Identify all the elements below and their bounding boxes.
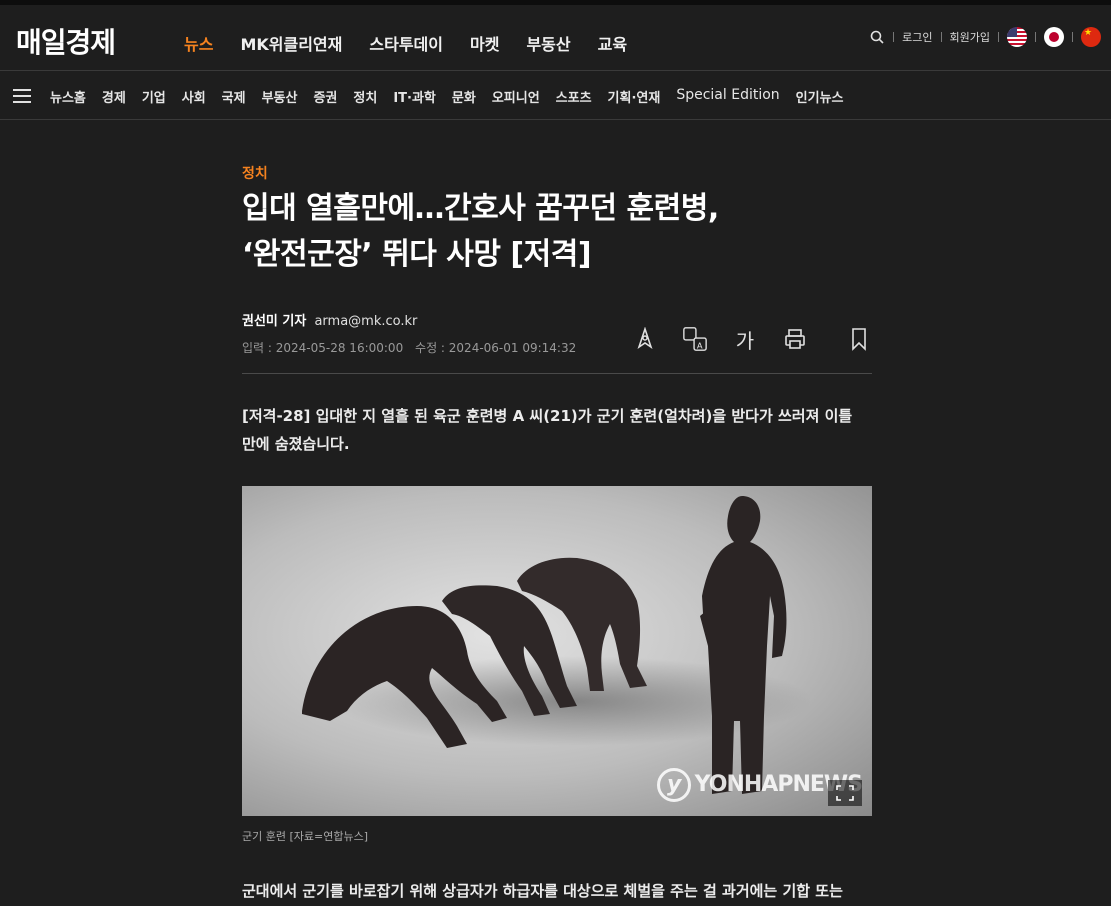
section-special-edition[interactable]: Special Edition <box>676 87 779 106</box>
article-dates: 입력 : 2024-05-28 16:00:00 수정 : 2024-06-01… <box>242 339 576 356</box>
nav-education[interactable]: 교육 <box>598 31 627 55</box>
nav-star-today[interactable]: 스타투데이 <box>369 31 443 55</box>
japan-flag-icon[interactable] <box>1044 27 1064 47</box>
reporter-email[interactable]: arma@mk.co.kr <box>314 314 417 329</box>
lead-line-1: [저격-28] 입대한 지 열흘 된 육군 훈련병 A 씨(21)가 군기 훈련… <box>242 407 853 425</box>
silhouette-illustration <box>302 496 812 794</box>
section-nav-items: 뉴스홈 경제 기업 사회 국제 부동산 증권 정치 IT·과학 문화 오피니언 … <box>50 87 844 106</box>
article-tools: A 가 <box>632 325 872 353</box>
article-category[interactable]: 정치 <box>242 163 268 183</box>
login-link[interactable]: 로그인 <box>902 29 932 45</box>
nav-mk-weekly[interactable]: MK위클리연재 <box>240 31 342 55</box>
section-politics[interactable]: 정치 <box>353 87 377 106</box>
headline-line-2: ‘완전군장’ 뛰다 사망 [저격] <box>242 237 592 272</box>
section-economy[interactable]: 경제 <box>102 87 126 106</box>
ai-summary-icon[interactable] <box>632 325 658 353</box>
nav-news[interactable]: 뉴스 <box>184 31 213 55</box>
section-business[interactable]: 기업 <box>142 87 166 106</box>
article-body-paragraph: 군대에서 군기를 바로잡기 위해 상급자가 하급자를 대상으로 체벌을 주는 걸… <box>242 882 843 900</box>
published-date: 입력 : 2024-05-28 16:00:00 <box>242 341 404 355</box>
us-flag-icon[interactable] <box>1007 27 1027 47</box>
divider <box>893 32 895 42</box>
divider <box>940 32 942 42</box>
section-world[interactable]: 국제 <box>222 87 246 106</box>
article-lead: [저격-28] 입대한 지 열흘 된 육군 훈련병 A 씨(21)가 군기 훈련… <box>242 402 872 458</box>
section-culture[interactable]: 문화 <box>452 87 476 106</box>
divider <box>1072 32 1073 42</box>
section-news-home[interactable]: 뉴스홈 <box>50 87 86 106</box>
translate-icon[interactable]: A <box>682 325 708 353</box>
expand-image-button[interactable] <box>828 780 862 806</box>
divider <box>998 32 999 42</box>
header-divider <box>242 373 872 374</box>
section-sports[interactable]: 스포츠 <box>556 87 592 106</box>
yonhap-logo-icon: y <box>656 768 691 802</box>
section-popular-news[interactable]: 인기뉴스 <box>796 87 844 106</box>
section-stocks[interactable]: 증권 <box>313 87 337 106</box>
article-photo[interactable]: y YONHAPNEWS <box>242 486 872 816</box>
headline-line-1: 입대 열흘만에…간호사 꿈꾸던 훈련병, <box>242 191 719 226</box>
section-it-science[interactable]: IT·과학 <box>393 87 436 106</box>
svg-text:A: A <box>697 340 703 350</box>
lead-line-2: 만에 숨졌습니다. <box>242 435 350 453</box>
main-nav: 뉴스 MK위클리연재 스타투데이 마켓 부동산 교육 <box>184 31 627 55</box>
top-header: 매일경제 뉴스 MK위클리연재 스타투데이 마켓 부동산 교육 로그인 회원가입 <box>0 0 1111 70</box>
bookmark-icon[interactable] <box>846 325 872 353</box>
print-icon[interactable] <box>782 325 808 353</box>
section-opinion[interactable]: 오피니언 <box>492 87 540 106</box>
byline: 권선미 기자 arma@mk.co.kr <box>242 310 417 329</box>
utility-menu: 로그인 회원가입 <box>869 27 1101 47</box>
signup-link[interactable]: 회원가입 <box>950 29 990 45</box>
section-series[interactable]: 기획·연재 <box>608 87 661 106</box>
photo-caption: 군기 훈련 [자료=연합뉴스] <box>242 830 368 843</box>
menu-icon[interactable] <box>13 89 31 103</box>
nav-market[interactable]: 마켓 <box>470 31 499 55</box>
divider <box>1035 32 1036 42</box>
site-logo[interactable]: 매일경제 <box>16 21 116 61</box>
search-icon[interactable] <box>869 29 885 45</box>
modified-date: 수정 : 2024-06-01 09:14:32 <box>415 341 577 355</box>
nav-real-estate[interactable]: 부동산 <box>526 31 570 55</box>
china-flag-icon[interactable] <box>1081 27 1101 47</box>
expand-icon <box>836 785 854 801</box>
article-headline: 입대 열흘만에…간호사 꿈꾸던 훈련병, ‘완전군장’ 뛰다 사망 [저격] <box>242 186 872 278</box>
reporter-name[interactable]: 권선미 기자 <box>242 314 306 329</box>
section-society[interactable]: 사회 <box>182 87 206 106</box>
font-size-button[interactable]: 가 <box>732 325 758 353</box>
section-real-estate[interactable]: 부동산 <box>262 87 298 106</box>
section-nav: 뉴스홈 경제 기업 사회 국제 부동산 증권 정치 IT·과학 문화 오피니언 … <box>0 70 1111 120</box>
